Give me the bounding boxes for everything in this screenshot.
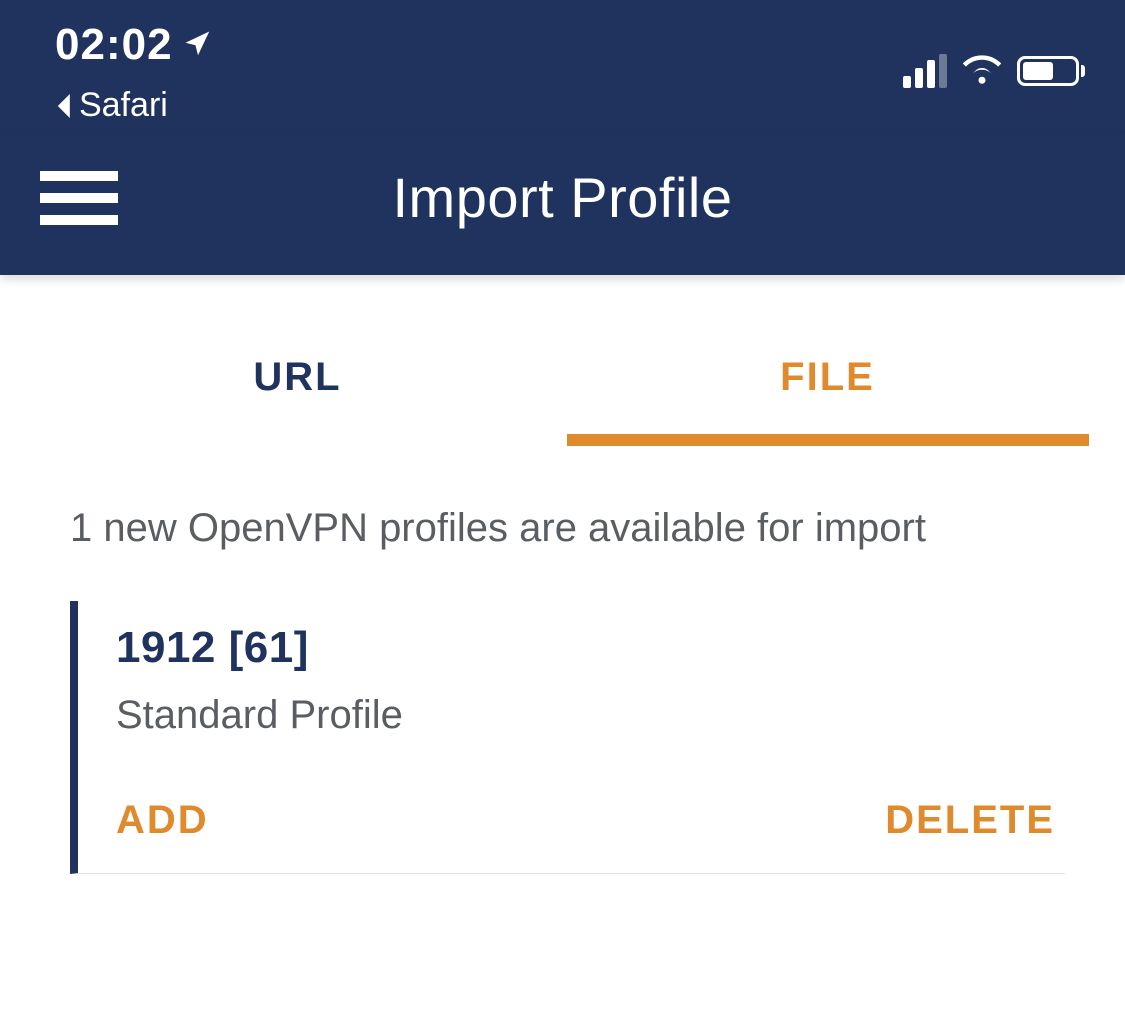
tab-file[interactable]: FILE: [567, 335, 1089, 446]
menu-button[interactable]: [40, 171, 118, 225]
battery-icon: [1017, 56, 1085, 86]
app-header: Import Profile: [0, 135, 1125, 275]
back-app-label: Safari: [79, 86, 168, 125]
profile-card: 1912 [61] Standard Profile ADD DELETE: [70, 601, 1065, 874]
time-row: 02:02: [55, 20, 213, 70]
tab-url[interactable]: URL: [37, 335, 559, 446]
tab-bar: URL FILE: [33, 275, 1093, 446]
profile-type: Standard Profile: [116, 693, 1065, 738]
status-left: 02:02 Safari: [55, 20, 213, 125]
profile-name: 1912 [61]: [116, 623, 1065, 673]
status-right: [903, 52, 1085, 89]
cellular-signal-icon: [903, 54, 947, 88]
profile-actions: ADD DELETE: [116, 798, 1065, 843]
info-message: 1 new OpenVPN profiles are available for…: [0, 446, 1125, 591]
status-time: 02:02: [55, 20, 173, 70]
location-icon: [183, 20, 213, 70]
wifi-icon: [961, 52, 1003, 89]
back-to-app-button[interactable]: Safari: [55, 86, 213, 125]
delete-button[interactable]: DELETE: [885, 798, 1055, 843]
status-bar: 02:02 Safari: [0, 0, 1125, 135]
page-title: Import Profile: [118, 165, 1085, 230]
add-button[interactable]: ADD: [116, 798, 209, 843]
